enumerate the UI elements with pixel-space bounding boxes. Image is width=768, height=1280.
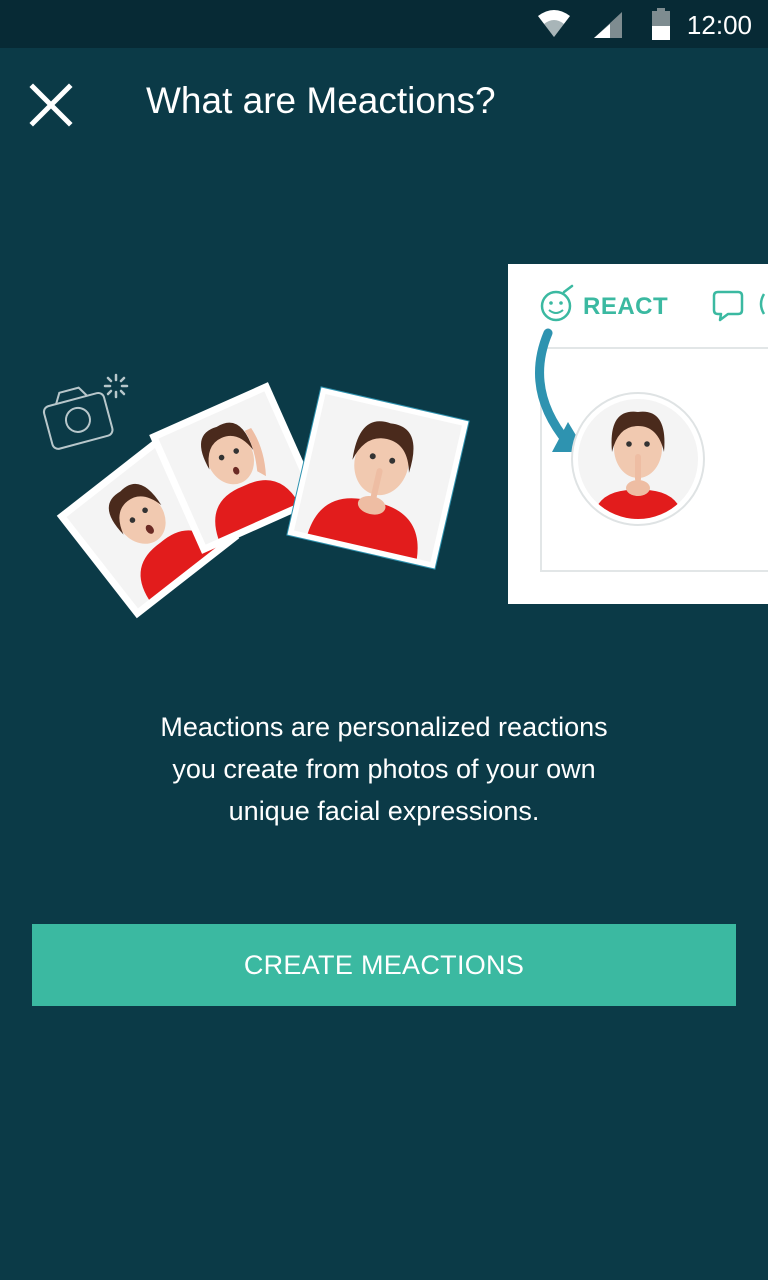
status-time: 12:00 (686, 10, 752, 40)
close-icon (29, 83, 73, 127)
description-line: unique facial expressions. (228, 796, 540, 826)
status-bar: 12:00 (0, 0, 768, 48)
avatar (571, 392, 705, 526)
page-title: What are Meactions? (146, 80, 496, 121)
react-label: REACT (583, 293, 668, 320)
battery-icon (652, 8, 670, 40)
create-meactions-button[interactable]: CREATE MEACTIONS (32, 924, 736, 1006)
meactions-illustration: REACT (42, 264, 768, 619)
description-line: you create from photos of your own (172, 754, 596, 784)
camera-icon (42, 386, 114, 450)
description-line: Meactions are personalized reactions (160, 712, 608, 742)
close-button[interactable] (22, 76, 80, 134)
wifi-icon (538, 10, 570, 37)
react-preview-card: REACT (508, 264, 768, 604)
description-text: Meactions are personalized reactions you… (84, 706, 684, 832)
cell-signal-icon (594, 12, 622, 38)
sparkle-icon (103, 373, 129, 399)
photo-card-shush (286, 386, 470, 570)
